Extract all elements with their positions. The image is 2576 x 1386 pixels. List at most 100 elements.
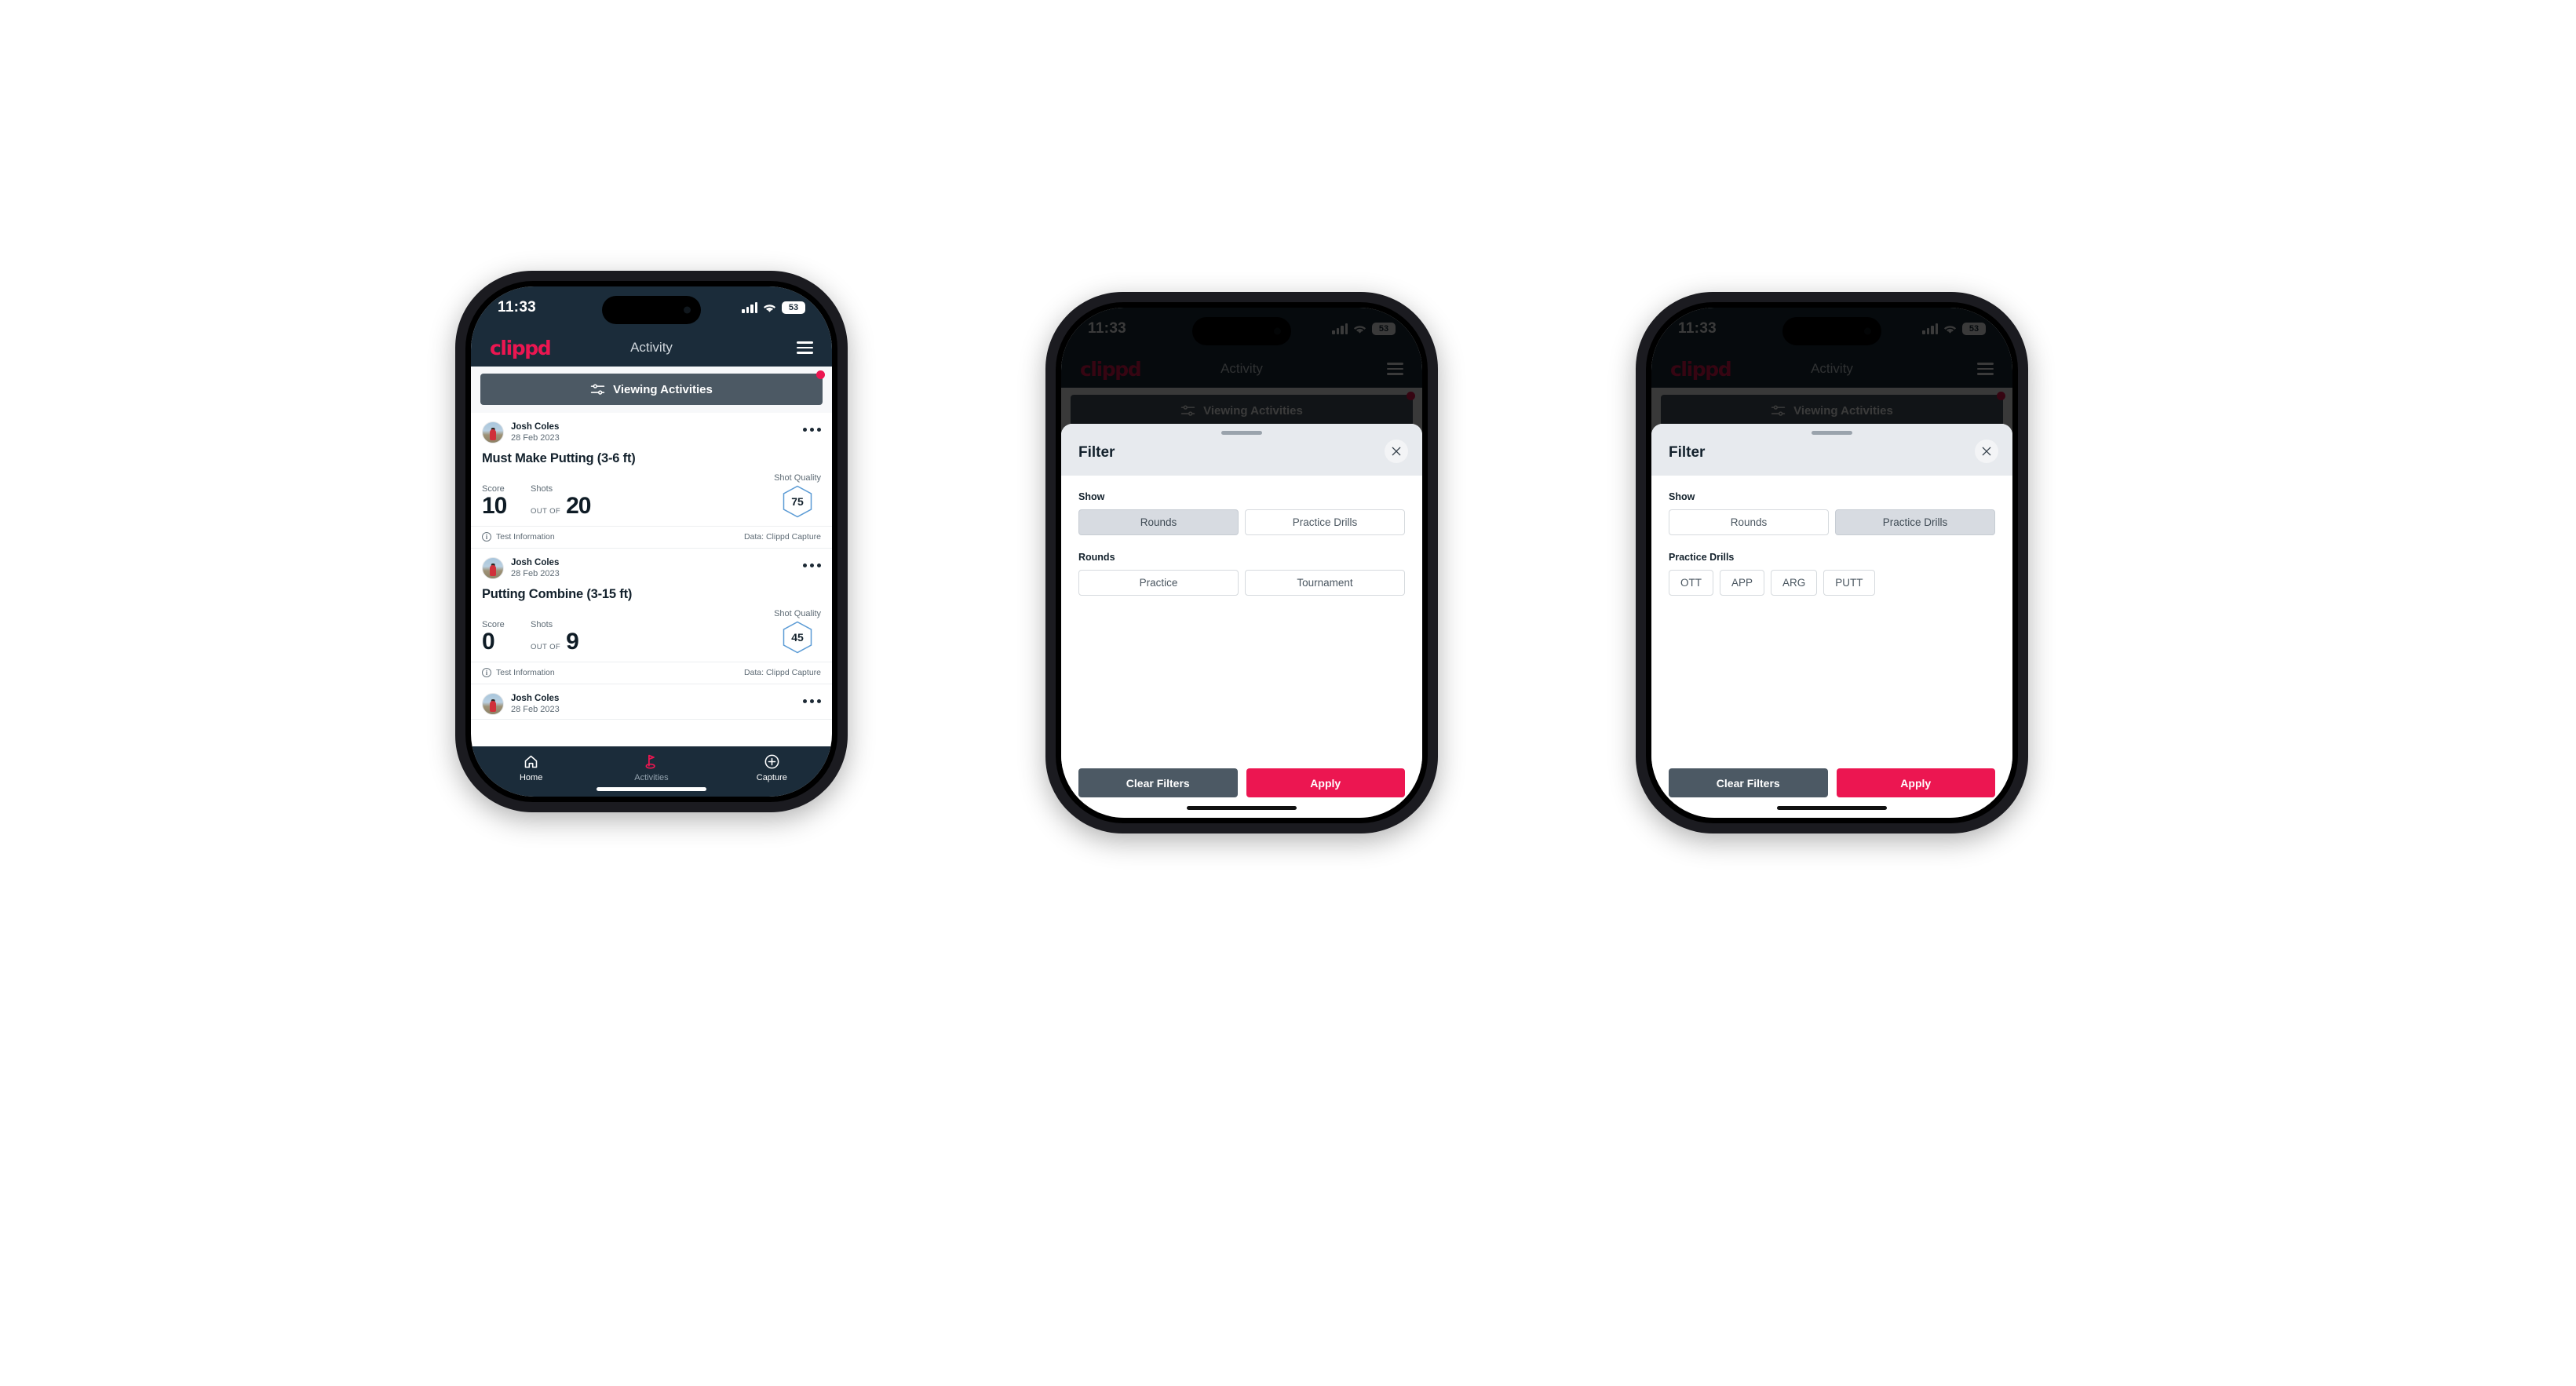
activity-date: 28 Feb 2023 (511, 704, 560, 714)
filter-bar-label: Viewing Activities (613, 382, 713, 396)
bottom-navigation[interactable]: Home Activities Capture (471, 746, 832, 797)
card-footer: i Test Information Data: Clippd Capture (471, 662, 832, 684)
show-option-rounds[interactable]: Rounds (1078, 509, 1239, 535)
rounds-option-practice[interactable]: Practice (1078, 570, 1239, 596)
filter-sheet: Filter Show Rounds Practice Drills Pract… (1651, 424, 2012, 818)
cellular-signal-icon (742, 302, 757, 313)
user-name: Josh Coles (511, 557, 560, 567)
card-stats: Score 0 Shots OUT OF 9 Shot Quality 45 (471, 602, 832, 662)
viewing-activities-filter-button[interactable]: Viewing Activities (480, 370, 825, 405)
apply-button[interactable]: Apply (1836, 768, 1995, 797)
app-header: clippd Activity (471, 329, 832, 367)
plus-circle-icon (764, 754, 779, 769)
test-information-link[interactable]: Test Information (496, 668, 555, 677)
nav-label-capture: Capture (756, 773, 787, 782)
phone-1-screen: 11:33 53 clippd Activity Viewing Activit… (471, 286, 832, 797)
close-x-icon[interactable] (1975, 440, 1998, 463)
filter-active-badge (816, 370, 825, 379)
nav-label-activities: Activities (634, 773, 669, 782)
phone-3-screen: 11:33 53 clippd Activity (1651, 308, 2012, 818)
show-option-rounds[interactable]: Rounds (1669, 509, 1829, 535)
shot-quality-hexagon: 75 (783, 485, 812, 518)
out-of-label: OUT OF (531, 643, 561, 651)
shot-quality-hexagon: 45 (783, 621, 812, 654)
screenshot-canvas: 11:33 53 clippd Activity Viewing Activit… (0, 0, 2576, 1386)
activity-date: 28 Feb 2023 (511, 568, 560, 578)
card-footer: i Test Information Data: Clippd Capture (471, 526, 832, 548)
out-of-label: OUT OF (531, 507, 561, 516)
wifi-icon (763, 304, 776, 312)
rounds-option-tournament[interactable]: Tournament (1245, 570, 1405, 596)
card-header: Josh Coles 28 Feb 2023 (471, 413, 832, 447)
shots-stat: Shots OUT OF 20 (531, 484, 613, 518)
test-information-link[interactable]: Test Information (496, 532, 555, 542)
activity-card[interactable]: Josh Coles 28 Feb 2023 Must Make Putting… (471, 413, 832, 549)
filter-sheet-footer: Clear Filters Apply (1061, 768, 1422, 797)
shots-value: 9 (566, 629, 579, 655)
close-x-icon[interactable] (1385, 440, 1408, 463)
drill-option-ott[interactable]: OTT (1669, 570, 1713, 596)
data-source-label: Data: Clippd Capture (743, 532, 821, 542)
shot-quality-value: 45 (791, 631, 804, 644)
page-title: Activity (630, 340, 673, 355)
dynamic-island (602, 296, 701, 324)
show-option-practice-drills[interactable]: Practice Drills (1835, 509, 1995, 535)
status-bar: 11:33 53 (471, 286, 832, 329)
filter-sheet: Filter Show Rounds Practice Drills Round… (1061, 424, 1422, 818)
filter-bar-container: Viewing Activities (471, 367, 832, 413)
score-stat: Score 0 (482, 620, 531, 654)
drill-option-arg[interactable]: ARG (1771, 570, 1818, 596)
shot-quality-stat: Shot Quality 45 (774, 609, 821, 654)
activity-title: Must Make Putting (3-6 ft) (482, 451, 636, 465)
activity-card[interactable]: Josh Coles 28 Feb 2023 Putting Combine (… (471, 549, 832, 684)
drill-option-putt[interactable]: PUTT (1823, 570, 1875, 596)
avatar (482, 693, 504, 715)
nav-item-home[interactable]: Home (471, 753, 591, 782)
score-value: 10 (482, 493, 507, 519)
activity-feed[interactable]: Josh Coles 28 Feb 2023 Must Make Putting… (471, 413, 832, 720)
info-icon[interactable]: i (482, 668, 491, 677)
nav-item-capture[interactable]: Capture (712, 753, 832, 782)
card-header: Josh Coles 28 Feb 2023 (471, 684, 832, 719)
phone-1-activity-list: 11:33 53 clippd Activity Viewing Activit… (455, 271, 848, 812)
show-options-group: Rounds Practice Drills (1078, 509, 1405, 535)
phone-bezel: 11:33 53 clippd Activity (465, 281, 837, 802)
activity-date: 28 Feb 2023 (511, 432, 560, 443)
hamburger-menu-icon[interactable] (797, 341, 813, 354)
card-user-info: Josh Coles 28 Feb 2023 (511, 422, 560, 443)
apply-button[interactable]: Apply (1246, 768, 1405, 797)
card-more-options-icon[interactable] (803, 427, 821, 438)
clippd-logo[interactable]: clippd (490, 337, 552, 359)
show-group-label: Show (1078, 491, 1105, 502)
shot-quality-label: Shot Quality (774, 473, 821, 483)
shot-quality-value: 75 (791, 495, 804, 508)
practice-drills-options-group: OTT APP ARG PUTT (1669, 570, 1995, 596)
golf-flag-icon (646, 754, 656, 769)
show-option-practice-drills[interactable]: Practice Drills (1245, 509, 1405, 535)
info-icon[interactable]: i (482, 532, 491, 542)
card-more-options-icon[interactable] (803, 563, 821, 574)
phone-2-screen: 11:33 53 clippd Activity (1061, 308, 1422, 818)
phone-bezel: 11:33 53 clippd Activity (1646, 302, 2018, 823)
shot-quality-label: Shot Quality (774, 609, 821, 618)
filter-sheet-title: Filter (1078, 444, 1115, 461)
filter-sheet-header: Filter (1651, 424, 2012, 476)
card-more-options-icon[interactable] (803, 698, 821, 709)
nav-item-activities[interactable]: Activities (591, 753, 711, 782)
user-name: Josh Coles (511, 421, 560, 432)
clear-filters-button[interactable]: Clear Filters (1669, 768, 1828, 797)
show-group-label: Show (1669, 491, 1695, 502)
drill-option-app[interactable]: APP (1720, 570, 1765, 596)
practice-drills-group-label: Practice Drills (1669, 552, 1735, 563)
battery-indicator: 53 (782, 301, 805, 314)
user-name: Josh Coles (511, 693, 560, 703)
score-stat: Score 10 (482, 484, 531, 518)
rounds-group-label: Rounds (1078, 552, 1115, 563)
clear-filters-button[interactable]: Clear Filters (1078, 768, 1238, 797)
phone-3-filter-practice-drills: 11:33 53 clippd Activity (1636, 292, 2028, 833)
activity-card[interactable]: Josh Coles 28 Feb 2023 (471, 684, 832, 720)
filter-sheet-body: Show Rounds Practice Drills Rounds Pract… (1061, 476, 1422, 768)
rounds-options-group: Practice Tournament (1078, 570, 1405, 596)
avatar (482, 557, 504, 579)
home-indicator (1777, 806, 1887, 810)
